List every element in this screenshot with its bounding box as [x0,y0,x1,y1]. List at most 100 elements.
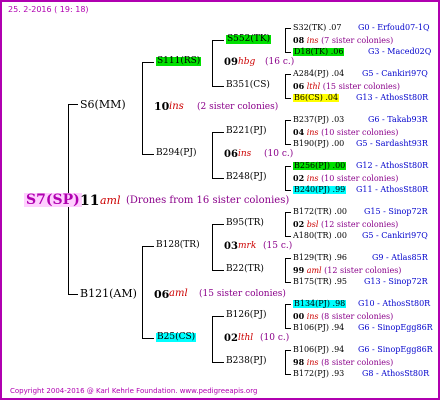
node-level3-mark: ins [306,128,319,137]
node-level2: B25(CS) [156,332,197,342]
node-level4-value: .04 [331,69,345,78]
connector [285,304,291,305]
node-level3-info: 99 aml (12 sister colonies) [293,266,401,275]
node-level4: B129(TR) .96 [293,254,347,262]
connector [212,40,224,41]
node-level4-info: G6 - Takab93R [368,115,428,124]
connector [285,282,291,283]
node-level2-number: 02 [224,333,238,344]
connector [212,316,213,362]
node-level4-info: G6 - SinopEgg86R [358,345,433,354]
connector [285,350,286,374]
node-level3: B248(PJ) [226,172,267,182]
connector [285,52,291,53]
node-level4-value: .98 [332,299,346,308]
root-mark: aml [100,194,121,207]
connector [285,98,291,99]
connector [68,104,78,105]
node-level2-mark: lthl [238,333,254,343]
node-level3-info: 04 ins (10 sister colonies) [293,128,398,137]
node-level4: B106(PJ) .94 [293,346,344,354]
pedigree-chart: 25. 2-2016 ( 19: 18) S7(SP) 11 aml (Dron… [0,0,440,400]
connector [285,350,291,351]
node-level3-info: 00 ins (8 sister colonies) [293,312,393,321]
node-level3-note: (15 sister colonies) [322,82,400,91]
node-level4-info: G9 - Atlas85R [372,253,428,262]
connector [212,224,213,270]
connector [285,212,286,236]
node-level4-value: .94 [331,323,345,332]
node-level3-mark: ins [306,174,319,183]
node-level3-info: 06 lthl (15 sister colonies) [293,82,400,91]
node-level3-note: (12 sister colonies) [324,266,402,275]
node-level4: B175(TR) .95 [293,278,347,286]
node-level2-note: (10 c.) [260,333,290,343]
node-level4-label: B237(PJ) [293,115,329,124]
node-level4-label: B172(PJ) [293,369,329,378]
node-level4: B134(PJ) .98 [293,299,347,308]
node-level4: B240(PJ) .99 [293,186,347,194]
node-level4: B172(TR) .00 [293,208,347,216]
node-level4-value: .96 [334,253,348,262]
node-level1-number: 10 [154,100,170,113]
node-level4-info: G15 - Sinop72R [364,207,428,216]
connector [142,246,154,247]
node-level1-mark: aml [169,288,188,299]
node-level1-note: (15 sister colonies) [199,289,286,299]
node-level4-label: B190(PJ) [293,139,329,148]
node-level2-note: (16 c.) [265,57,295,67]
node-level2-note: (10 c.) [264,149,294,159]
node-level3-mark: ins [306,36,319,45]
node-level4-info: G6 - SinopEgg86R [358,323,433,332]
node-level4: B256(PJ) .00 [293,162,347,170]
node-level2-mark: ins [238,149,252,159]
node-level4-label: S32(TK) [293,23,327,32]
node-level4-value: .03 [331,115,345,124]
node-level3: B221(PJ) [226,126,267,136]
connector [285,120,291,121]
node-level1-number: 06 [154,288,170,301]
node-level4-label: B172(TR) [293,207,332,216]
node-level4-info: G5 - Cankiri97Q [362,69,428,78]
connector [285,28,286,52]
connector [212,270,224,271]
node-level2: B128(TR) [156,240,200,250]
node-level4-value: .07 [328,23,342,32]
connector [285,166,291,167]
node-level4-label: B175(TR) [293,277,332,286]
connector [285,236,291,237]
connector [142,62,143,154]
node-level3-info: 02 ins (10 sister colonies) [293,174,398,183]
node-level3-number: 00 [293,311,305,321]
connector [212,86,224,87]
node-level1: B121(AM) [80,287,137,300]
node-level3-info: 08 ins (7 sister colonies) [293,36,393,45]
node-level4-value: .04 [325,93,339,102]
node-level4-info: G13 - Sinop72R [364,277,428,286]
connector [212,316,224,317]
node-level4-label: B106(PJ) [293,323,329,332]
node-level4: B190(PJ) .00 [293,140,344,148]
node-level3-info: 98 ins (8 sister colonies) [293,358,393,367]
connector [68,294,78,295]
node-level2-note: (15 c.) [263,241,293,251]
node-level4: B172(PJ) .93 [293,370,344,378]
connector [142,338,154,339]
node-level3-number: 02 [293,173,305,183]
node-level4-info: G5 - Cankiri97Q [362,231,428,240]
connector [212,224,224,225]
node-level2-number: 09 [224,57,238,68]
node-level3-mark: ins [306,358,319,367]
connector [212,362,224,363]
node-level4: B237(PJ) .03 [293,116,344,124]
node-level3-mark: bsl [306,220,319,229]
node-level4-label: A180(TR) [293,231,332,240]
node-level1: S6(MM) [80,98,126,111]
connector [285,28,291,29]
connector [285,120,286,144]
node-level3-note: (10 sister colonies) [321,128,399,137]
node-level3: B95(TR) [226,218,264,228]
node-level4-label: B106(PJ) [293,345,329,354]
node-level3-number: 99 [293,265,305,275]
node-level4-value: .93 [331,369,345,378]
